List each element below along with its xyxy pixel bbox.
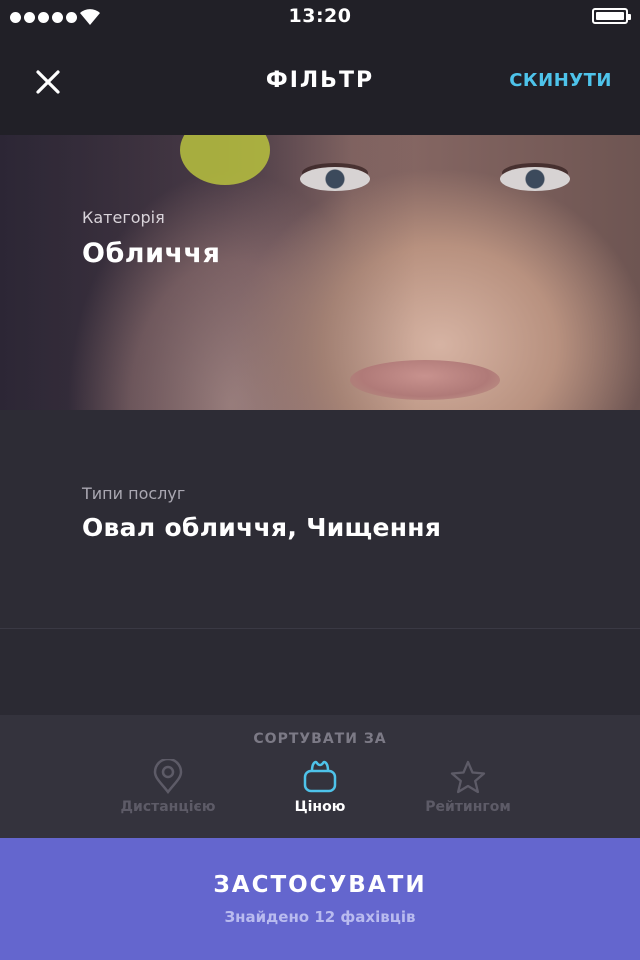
sort-by-price-button[interactable]: Ціною bbox=[240, 759, 400, 829]
category-label: Категорія bbox=[82, 208, 165, 227]
apply-label: ЗАСТОСУВАТИ bbox=[213, 872, 427, 898]
background-photo bbox=[180, 135, 270, 185]
background-photo-eye bbox=[500, 167, 570, 191]
background-photo-lips bbox=[350, 360, 500, 400]
category-value: Обличчя bbox=[82, 238, 221, 269]
battery-icon bbox=[592, 8, 631, 24]
background-photo-eye bbox=[300, 167, 370, 191]
location-pin-icon bbox=[153, 759, 183, 795]
page-title: ФІЛЬТР bbox=[265, 68, 375, 93]
navigation-bar: 13:20 ФІЛЬТР СКИНУТИ bbox=[0, 0, 640, 135]
close-button[interactable] bbox=[30, 64, 66, 100]
status-bar: 13:20 bbox=[0, 0, 640, 36]
reset-button[interactable]: СКИНУТИ bbox=[509, 70, 612, 91]
sort-by-rating-button[interactable]: Рейтингом bbox=[388, 759, 548, 829]
results-count: Знайдено 12 фахівців bbox=[224, 908, 416, 926]
status-time: 13:20 bbox=[288, 5, 352, 27]
star-icon bbox=[450, 760, 486, 794]
service-types-row[interactable]: Типи послуг Овал обличчя, Чищення bbox=[0, 410, 640, 629]
sort-by-distance-label: Дистанцією bbox=[120, 799, 216, 815]
category-card[interactable]: Категорія Обличчя bbox=[0, 135, 640, 410]
apply-button[interactable]: ЗАСТОСУВАТИ Знайдено 12 фахівців bbox=[0, 838, 640, 960]
sort-panel: СОРТУВАТИ ЗА Дистанцією Ціною Рейтингом bbox=[0, 715, 640, 838]
sort-by-distance-button[interactable]: Дистанцією bbox=[88, 759, 248, 829]
service-types-label: Типи послуг bbox=[82, 484, 186, 503]
service-types-value: Овал обличчя, Чищення bbox=[82, 513, 442, 542]
sort-by-rating-label: Рейтингом bbox=[425, 799, 511, 815]
purse-icon bbox=[303, 760, 337, 793]
sort-by-price-label: Ціною bbox=[294, 799, 346, 815]
close-icon bbox=[36, 70, 60, 94]
sort-title: СОРТУВАТИ ЗА bbox=[253, 731, 387, 747]
